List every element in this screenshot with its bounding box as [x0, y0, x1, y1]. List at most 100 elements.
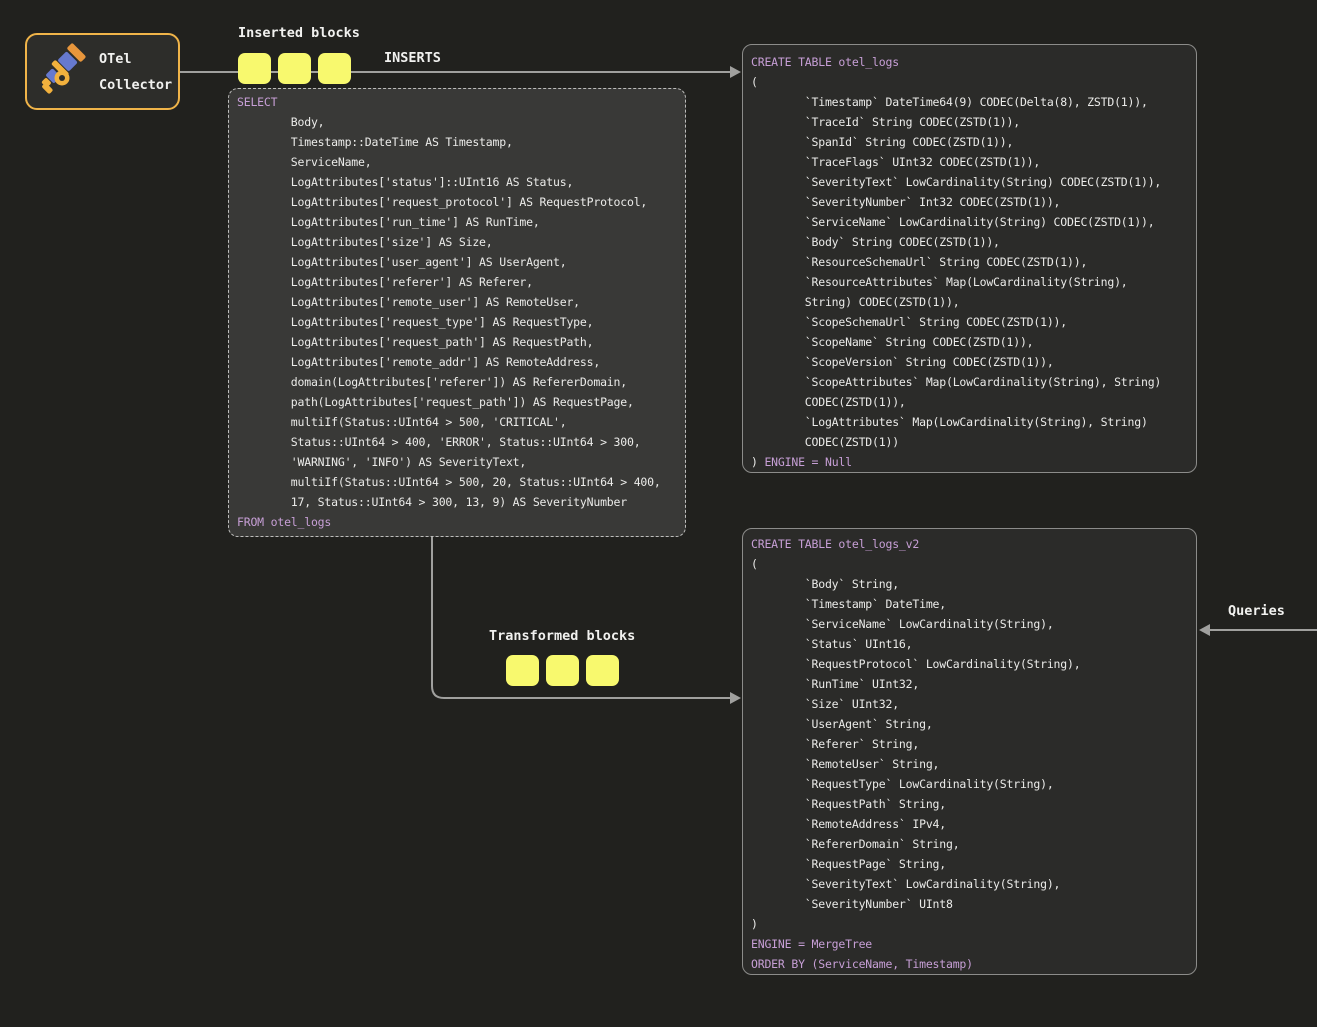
code-text: Body, — [237, 115, 324, 129]
code-line: LogAttributes['remote_user'] AS RemoteUs… — [237, 292, 677, 312]
transform-arrowhead-icon — [730, 692, 741, 704]
code-line: Body, — [237, 112, 677, 132]
code-line: ( — [751, 72, 1188, 92]
code-text: `SpanId` String CODEC(ZSTD(1)), — [751, 135, 1013, 149]
code-text: `Body` String CODEC(ZSTD(1)), — [751, 235, 1000, 249]
code-line: `Status` UInt16, — [751, 634, 1188, 654]
code-line: ENGINE = MergeTree — [751, 934, 1188, 954]
code-line: LogAttributes['request_protocol'] AS Req… — [237, 192, 677, 212]
code-text: 'WARNING', 'INFO') AS SeverityText, — [237, 455, 526, 469]
code-text: `Body` String, — [751, 577, 899, 591]
code-line: `RequestType` LowCardinality(String), — [751, 774, 1188, 794]
code-text: `RequestProtocol` LowCardinality(String)… — [751, 657, 1080, 671]
code-line: domain(LogAttributes['referer']) AS Refe… — [237, 372, 677, 392]
code-text: ( — [751, 75, 758, 89]
code-text: `RequestType` LowCardinality(String), — [751, 777, 1054, 791]
code-text: multiIf(Status::UInt64 > 500, 20, Status… — [237, 475, 661, 489]
code-text: ) — [751, 917, 758, 931]
code-text: CODEC(ZSTD(1)), — [751, 395, 906, 409]
code-line: `ResourceSchemaUrl` String CODEC(ZSTD(1)… — [751, 252, 1188, 272]
otel-title-line1: OTel — [99, 46, 172, 72]
code-line: `ScopeAttributes` Map(LowCardinality(Str… — [751, 372, 1188, 392]
code-line: `TraceFlags` UInt32 CODEC(ZSTD(1)), — [751, 152, 1188, 172]
code-line: `SeverityText` LowCardinality(String), — [751, 874, 1188, 894]
code-line: FROM otel_logs — [237, 512, 677, 532]
code-line: multiIf(Status::UInt64 > 500, 'CRITICAL'… — [237, 412, 677, 432]
code-line: `RefererDomain` String, — [751, 834, 1188, 854]
code-text: multiIf(Status::UInt64 > 500, 'CRITICAL'… — [237, 415, 566, 429]
code-line: `RunTime` UInt32, — [751, 674, 1188, 694]
code-line: LogAttributes['referer'] AS Referer, — [237, 272, 677, 292]
code-text: LogAttributes['size'] AS Size, — [237, 235, 493, 249]
transformed-block — [506, 655, 539, 686]
code-text: `ScopeSchemaUrl` String CODEC(ZSTD(1)), — [751, 315, 1067, 329]
code-text: LogAttributes['request_protocol'] AS Req… — [237, 195, 647, 209]
code-line: `RequestPath` String, — [751, 794, 1188, 814]
code-text: `SeverityNumber` Int32 CODEC(ZSTD(1)), — [751, 195, 1060, 209]
code-text: `ResourceAttributes` Map(LowCardinality(… — [751, 275, 1128, 289]
code-text: `ResourceSchemaUrl` String CODEC(ZSTD(1)… — [751, 255, 1087, 269]
code-text: path(LogAttributes['request_path']) AS R… — [237, 395, 634, 409]
code-text: `Timestamp` DateTime, — [751, 597, 946, 611]
code-text: `RequestPage` String, — [751, 857, 946, 871]
code-text: `RemoteAddress` IPv4, — [751, 817, 946, 831]
code-line: `RemoteUser` String, — [751, 754, 1188, 774]
inserted-block — [238, 53, 271, 84]
code-text: `ServiceName` LowCardinality(String), — [751, 617, 1054, 631]
code-text: `ScopeAttributes` Map(LowCardinality(Str… — [751, 375, 1161, 389]
code-line: `UserAgent` String, — [751, 714, 1188, 734]
code-line: CREATE TABLE otel_logs_v2 — [751, 534, 1188, 554]
code-text: CODEC(ZSTD(1)) — [751, 435, 899, 449]
code-keyword: ENGINE = Null — [764, 455, 851, 469]
select-query-block: SELECT Body, Timestamp::DateTime AS Time… — [228, 88, 686, 537]
code-text: Status::UInt64 > 400, 'ERROR', Status::U… — [237, 435, 640, 449]
code-line: LogAttributes['request_type'] AS Request… — [237, 312, 677, 332]
diagram-canvas: OTel Collector Inserted blocks INSERTS T… — [0, 0, 1317, 1027]
code-text: ServiceName, — [237, 155, 371, 169]
code-text: `ServiceName` LowCardinality(String) COD… — [751, 215, 1154, 229]
create-table-otel-logs-block: CREATE TABLE otel_logs ( `Timestamp` Date… — [742, 44, 1197, 473]
code-line: `ScopeName` String CODEC(ZSTD(1)), — [751, 332, 1188, 352]
code-text: `ScopeVersion` String CODEC(ZSTD(1)), — [751, 355, 1054, 369]
queries-label: Queries — [1228, 603, 1285, 619]
code-text: `Referer` String, — [751, 737, 919, 751]
code-line: `RequestPage` String, — [751, 854, 1188, 874]
code-text: `RunTime` UInt32, — [751, 677, 919, 691]
inserted-block — [278, 53, 311, 84]
code-line: CREATE TABLE otel_logs — [751, 52, 1188, 72]
code-keyword: ORDER BY (ServiceName, Timestamp) — [751, 957, 973, 971]
code-text: LogAttributes['user_agent'] AS UserAgent… — [237, 255, 566, 269]
code-keyword: CREATE TABLE otel_logs_v2 — [751, 537, 919, 551]
code-line: 'WARNING', 'INFO') AS SeverityText, — [237, 452, 677, 472]
code-text: LogAttributes['remote_user'] AS RemoteUs… — [237, 295, 580, 309]
code-text: `Timestamp` DateTime64(9) CODEC(Delta(8)… — [751, 95, 1148, 109]
otel-title-line2: Collector — [99, 72, 172, 98]
code-keyword: FROM otel_logs — [237, 515, 331, 529]
code-text: Timestamp::DateTime AS Timestamp, — [237, 135, 513, 149]
code-text: `ScopeName` String CODEC(ZSTD(1)), — [751, 335, 1033, 349]
transformed-block — [546, 655, 579, 686]
code-text: LogAttributes['request_path'] AS Request… — [237, 335, 593, 349]
code-text: LogAttributes['run_time'] AS RunTime, — [237, 215, 540, 229]
code-text: ) — [751, 455, 764, 469]
code-line: ) ENGINE = Null — [751, 452, 1188, 472]
code-line: `RequestProtocol` LowCardinality(String)… — [751, 654, 1188, 674]
code-line: `ScopeSchemaUrl` String CODEC(ZSTD(1)), — [751, 312, 1188, 332]
code-keyword: SELECT — [237, 95, 277, 109]
code-line: LogAttributes['user_agent'] AS UserAgent… — [237, 252, 677, 272]
code-text: LogAttributes['referer'] AS Referer, — [237, 275, 533, 289]
code-line: LogAttributes['remote_addr'] AS RemoteAd… — [237, 352, 677, 372]
code-line: LogAttributes['request_path'] AS Request… — [237, 332, 677, 352]
code-line: `SeverityNumber` Int32 CODEC(ZSTD(1)), — [751, 192, 1188, 212]
code-line: ServiceName, — [237, 152, 677, 172]
code-text: `SeverityNumber` UInt8 — [751, 897, 953, 911]
code-line: `Body` String CODEC(ZSTD(1)), — [751, 232, 1188, 252]
code-text: domain(LogAttributes['referer']) AS Refe… — [237, 375, 627, 389]
code-line: `TraceId` String CODEC(ZSTD(1)), — [751, 112, 1188, 132]
code-text: `UserAgent` String, — [751, 717, 933, 731]
code-line: LogAttributes['run_time'] AS RunTime, — [237, 212, 677, 232]
code-text: LogAttributes['status']::UInt16 AS Statu… — [237, 175, 573, 189]
code-line: Timestamp::DateTime AS Timestamp, — [237, 132, 677, 152]
code-line: `LogAttributes` Map(LowCardinality(Strin… — [751, 412, 1188, 432]
transformed-blocks-label: Transformed blocks — [489, 628, 635, 644]
